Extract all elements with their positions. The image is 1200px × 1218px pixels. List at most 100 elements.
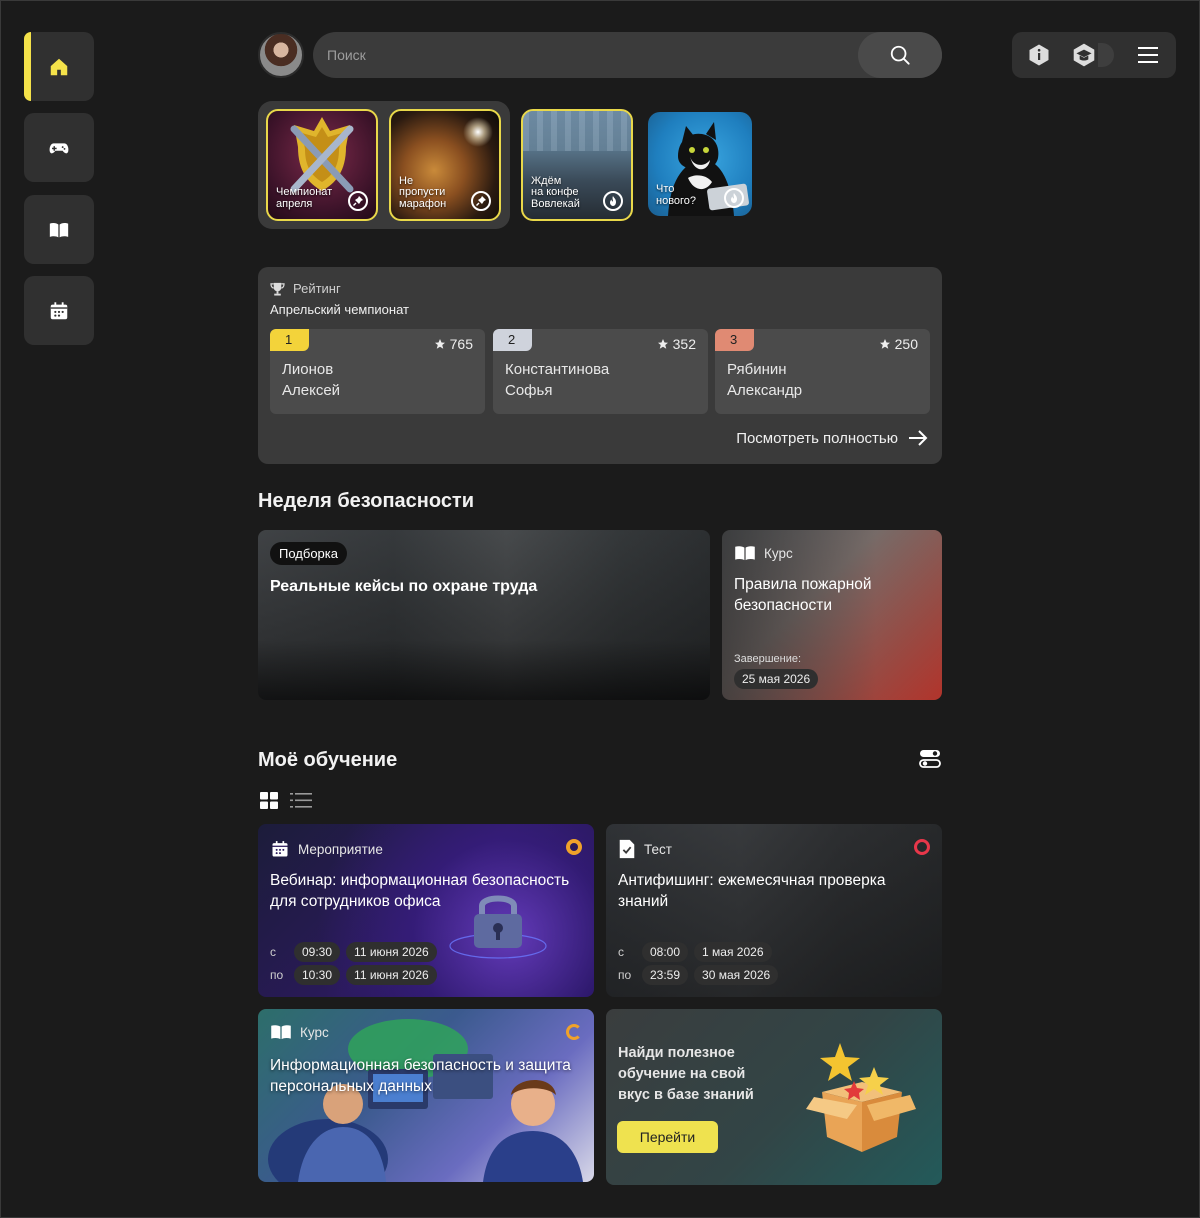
schedule-label: с bbox=[270, 945, 276, 959]
schedule-label: с bbox=[618, 945, 624, 959]
chip-label: Подборка bbox=[270, 542, 347, 565]
story-marathon[interactable]: Не пропусти марафон bbox=[389, 109, 501, 221]
filter-toggle-button[interactable] bbox=[918, 748, 942, 775]
course-title: Правила пожарной безопасности bbox=[734, 576, 872, 614]
document-check-icon bbox=[619, 839, 635, 859]
book-icon bbox=[49, 222, 69, 237]
place-last-name: Алексей bbox=[282, 382, 341, 399]
fire-icon bbox=[731, 193, 737, 203]
list-view-button[interactable] bbox=[290, 792, 312, 814]
promo-text: Найди полезное обучение на свой вкус в б… bbox=[618, 1045, 754, 1103]
rating-see-all-link[interactable]: Посмотреть полностью bbox=[736, 429, 928, 447]
pin-badge bbox=[471, 191, 491, 211]
info-button[interactable] bbox=[1026, 42, 1052, 68]
search-input[interactable] bbox=[327, 32, 847, 78]
fire-badge bbox=[603, 191, 623, 211]
schedule-start: с 09:30 11 июня 2026 bbox=[270, 942, 437, 962]
schedule-end: по 10:30 11 июня 2026 bbox=[270, 965, 437, 985]
grid-icon bbox=[260, 792, 278, 809]
my-learning-title: Моё обучение bbox=[258, 749, 398, 771]
learning-card-course[interactable]: Курс Информационная безопасность и защит… bbox=[258, 1009, 594, 1182]
go-to-knowledge-base-button[interactable]: Перейти bbox=[617, 1121, 718, 1153]
top-toolbar bbox=[1012, 32, 1176, 78]
pin-badge bbox=[348, 191, 368, 211]
schedule-start: с 08:00 1 мая 2026 bbox=[618, 942, 772, 962]
pin-icon bbox=[476, 196, 486, 206]
status-indicator bbox=[914, 839, 930, 855]
sidebar-item-library[interactable] bbox=[24, 195, 94, 264]
rating-subtitle: Апрельский чемпионат bbox=[270, 302, 409, 317]
end-date-pill: 25 мая 2026 bbox=[734, 669, 819, 689]
safety-week-title: Неделя безопасности bbox=[258, 490, 475, 512]
status-indicator bbox=[566, 1024, 582, 1040]
time-pill: 08:00 bbox=[642, 942, 689, 962]
grid-view-button[interactable] bbox=[260, 792, 278, 814]
pin-icon bbox=[353, 196, 363, 206]
schedule-label: по bbox=[618, 968, 632, 982]
place-score: 765 bbox=[434, 336, 473, 352]
book-icon bbox=[735, 546, 755, 561]
rating-place-3[interactable]: 3 250 Рябинин Александр bbox=[715, 329, 930, 414]
trophy-icon bbox=[270, 282, 285, 296]
date-pill: 11 июня 2026 bbox=[346, 942, 437, 962]
course-end-label: Завершение: bbox=[734, 653, 802, 665]
place-number: 3 bbox=[715, 329, 754, 351]
sidebar-item-home[interactable] bbox=[24, 32, 94, 101]
card-title: Вебинар: информационная безопасность для… bbox=[270, 872, 570, 910]
place-number: 1 bbox=[270, 329, 309, 351]
calendar-icon bbox=[272, 841, 288, 857]
fire-icon bbox=[610, 196, 616, 206]
place-first-name: Рябинин bbox=[727, 361, 787, 378]
user-avatar[interactable] bbox=[258, 32, 304, 78]
card-type: Мероприятие bbox=[270, 839, 383, 859]
story-whats-new[interactable]: Что нового? bbox=[648, 112, 752, 216]
sidebar-item-calendar[interactable] bbox=[24, 276, 94, 345]
time-pill: 23:59 bbox=[642, 965, 689, 985]
rating-panel: Рейтинг Апрельский чемпионат 1 765 Лионо… bbox=[258, 267, 942, 464]
place-last-name: Александр bbox=[727, 382, 803, 399]
place-name: Константинова Софья bbox=[505, 359, 609, 401]
menu-icon bbox=[1138, 47, 1158, 63]
card-title: Информационная безопасность и защита пер… bbox=[270, 1057, 571, 1095]
arrow-right-icon bbox=[909, 430, 928, 446]
place-number: 2 bbox=[493, 329, 532, 351]
rating-place-2[interactable]: 2 352 Константинова Софья bbox=[493, 329, 708, 414]
collection-title: Реальные кейсы по охране труда bbox=[270, 578, 538, 595]
book-icon bbox=[271, 1025, 291, 1040]
rating-place-1[interactable]: 1 765 Лионов Алексей bbox=[270, 329, 485, 414]
score-value: 352 bbox=[672, 336, 696, 352]
date-pill: 30 мая 2026 bbox=[694, 965, 779, 985]
home-icon bbox=[50, 58, 68, 75]
learning-card-webinar[interactable]: Мероприятие Вебинар: информационная безо… bbox=[258, 824, 594, 997]
collection-card[interactable]: Подборка Реальные кейсы по охране труда bbox=[258, 530, 710, 700]
menu-button[interactable] bbox=[1135, 42, 1161, 68]
place-first-name: Константинова bbox=[505, 361, 610, 378]
course-end-date: 25 мая 2026 bbox=[734, 669, 819, 689]
place-score: 250 bbox=[879, 336, 918, 352]
course-card-fire-safety[interactable]: Курс Правила пожарной безопасности Завер… bbox=[722, 530, 942, 700]
education-button[interactable] bbox=[1071, 42, 1097, 68]
course-type-label: Курс bbox=[764, 545, 793, 561]
toggle-track bbox=[1098, 43, 1114, 67]
collection-chip: Подборка bbox=[270, 542, 347, 565]
score-value: 250 bbox=[894, 336, 918, 352]
sidebar-item-games[interactable] bbox=[24, 113, 94, 182]
place-last-name: Софья bbox=[505, 382, 553, 399]
story-championship[interactable]: Чемпионат апреля bbox=[266, 109, 378, 221]
gift-box-illustration bbox=[806, 1043, 916, 1152]
toggles-icon bbox=[919, 750, 941, 768]
place-name: Рябинин Александр bbox=[727, 359, 802, 401]
course-type: Курс bbox=[734, 545, 793, 561]
learning-card-test[interactable]: Тест Антифишинг: ежемесячная проверка зн… bbox=[606, 824, 942, 997]
date-pill: 1 мая 2026 bbox=[694, 942, 772, 962]
knowledge-base-promo: Найди полезное обучение на свой вкус в б… bbox=[606, 1009, 942, 1185]
schedule-end: по 23:59 30 мая 2026 bbox=[618, 965, 779, 985]
search-button[interactable] bbox=[858, 32, 942, 78]
story-conference[interactable]: Ждём на конфе Вовлекай bbox=[521, 109, 633, 221]
card-type-label: Курс bbox=[300, 1024, 329, 1040]
date-pill: 11 июня 2026 bbox=[346, 965, 437, 985]
story-label: Что нового? bbox=[656, 183, 697, 207]
card-shade bbox=[258, 640, 710, 700]
time-pill: 09:30 bbox=[294, 942, 341, 962]
search-icon bbox=[890, 45, 910, 65]
